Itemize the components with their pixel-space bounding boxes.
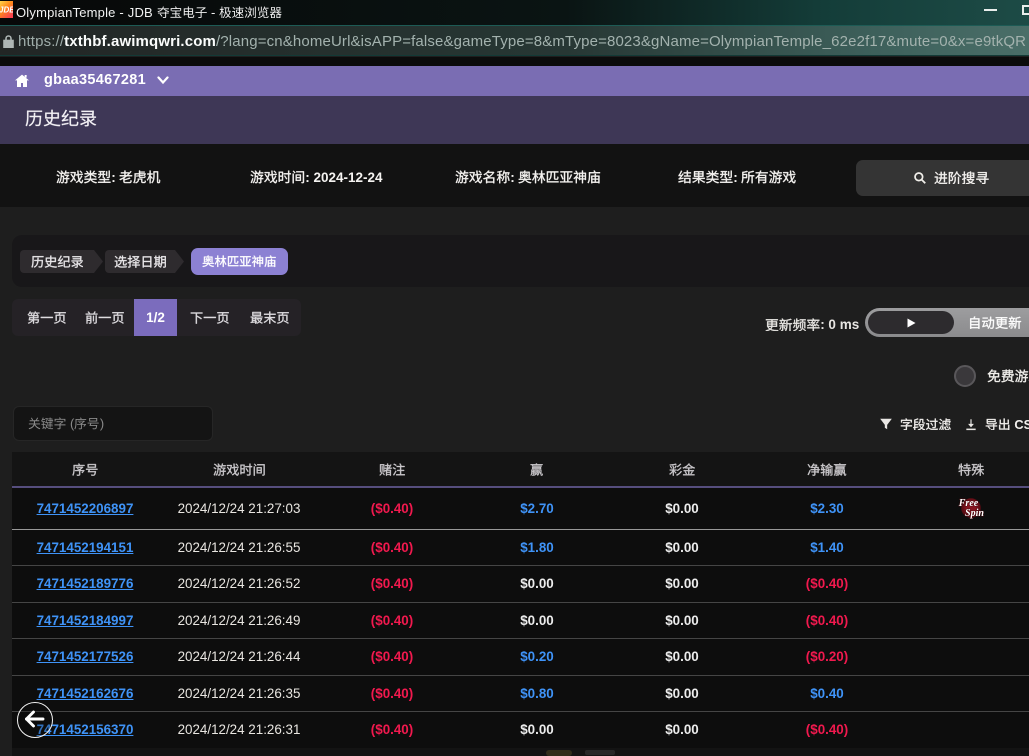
svg-text:JDB: JDB (0, 6, 13, 15)
svg-text:Spin: Spin (965, 508, 984, 519)
